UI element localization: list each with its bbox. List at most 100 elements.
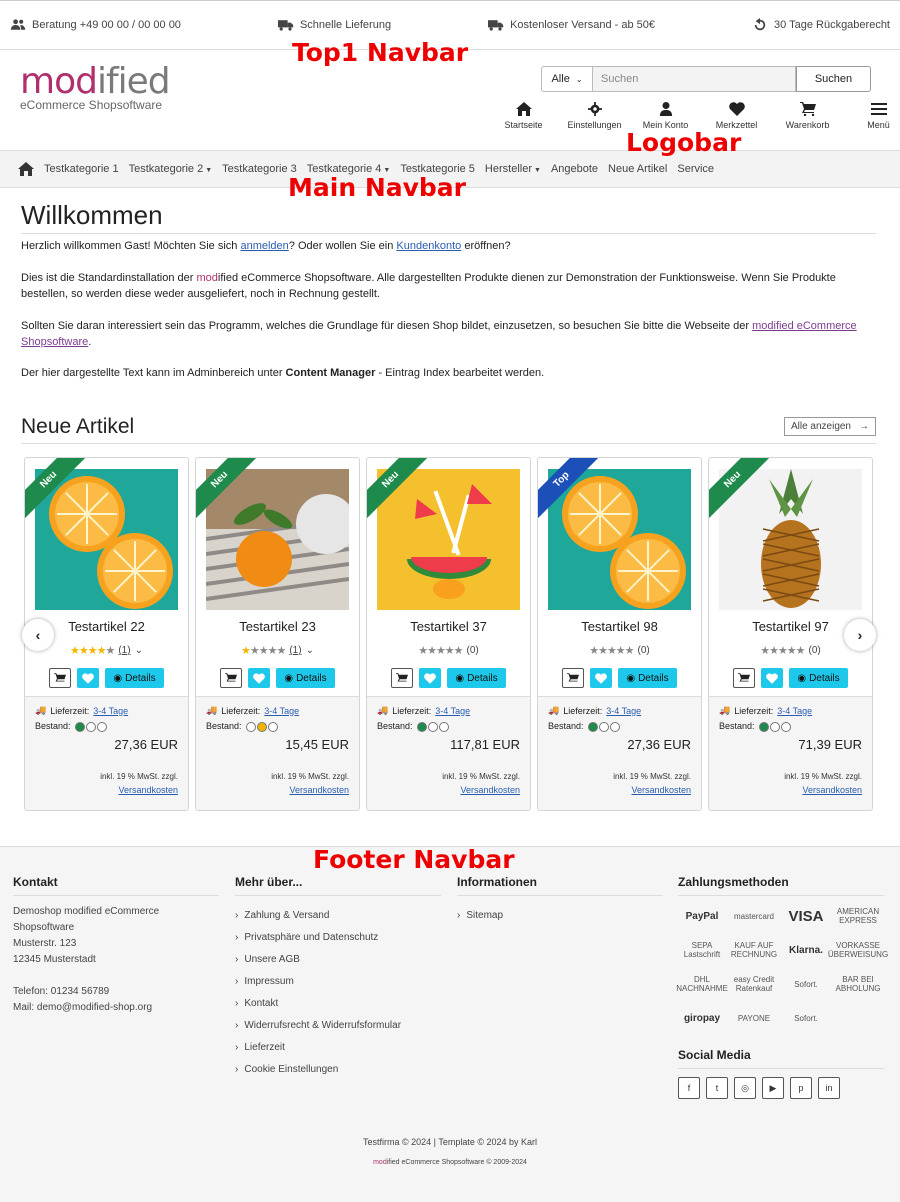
nav-item-neue-artikel[interactable]: Neue Artikel [608,163,667,175]
welcome-paragraph-1: Herzlich willkommen Gast! Möchten Sie si… [21,240,511,252]
topbar-item-label: 30 Tage Rückgaberecht [774,19,890,31]
home-icon[interactable] [18,162,34,176]
delivery-time-link[interactable]: 3-4 Tage [435,706,470,716]
undo-icon [754,18,766,31]
product-image[interactable] [719,469,862,610]
nav-item-testkategorie-1[interactable]: Testkategorie 1 [44,163,119,175]
nav-item-testkategorie-3[interactable]: Testkategorie 3 [222,163,297,175]
nav-item-hersteller[interactable]: Hersteller ▼ [485,163,541,175]
delivery-time-link[interactable]: 3-4 Tage [606,706,641,716]
add-to-cart-button[interactable] [220,668,243,688]
details-button[interactable]: ◉ Details [276,668,335,688]
add-to-cart-button[interactable] [562,668,585,688]
add-to-cart-button[interactable] [733,668,756,688]
wishlist-button[interactable] [590,668,613,688]
search-input[interactable]: Suchen [593,66,796,92]
product-image[interactable] [548,469,691,610]
nav-item-service[interactable]: Service [677,163,714,175]
iconnav-startseite[interactable]: Startseite [488,102,559,130]
slider-next-button[interactable]: › [844,619,876,651]
review-count[interactable]: (0) [638,645,650,656]
iconnav-einstellungen[interactable]: Einstellungen [559,102,630,130]
search-button[interactable]: Suchen [796,66,871,92]
wishlist-button[interactable] [419,668,442,688]
delivery-time-link[interactable]: 3-4 Tage [777,706,812,716]
footer-link[interactable]: › Privatsphäre und Datenschutz [235,932,441,943]
product-image[interactable] [35,469,178,610]
footer-link[interactable]: › Zahlung & Versand [235,910,441,921]
register-link[interactable]: Kundenkonto [396,240,461,252]
footer-link[interactable]: › Sitemap [457,910,663,921]
product-card[interactable]: Top Testartikel 98 ★★★★★ (0) ◉ Details 🚚 Liefer… [537,457,702,811]
eye-icon: ◉ [797,672,807,684]
details-button[interactable]: ◉ Details [789,668,848,688]
delivery-time-link[interactable]: 3-4 Tage [264,706,299,716]
footer-link[interactable]: › Cookie Einstellungen [235,1064,441,1075]
nav-item-angebote[interactable]: Angebote [551,163,598,175]
product-name[interactable]: Testartikel 98 [538,619,701,634]
facebook-icon[interactable]: f [678,1077,700,1099]
shipping-costs-link[interactable]: Versandkosten [631,785,691,795]
heart-icon [82,672,95,684]
chevron-down-icon[interactable]: ⌄ [306,645,314,656]
heart-icon [595,672,608,684]
eye-icon: ◉ [626,672,636,684]
search-category-select[interactable]: Alle ⌄ [541,66,593,92]
details-button[interactable]: ◉ Details [105,668,164,688]
show-all-button[interactable]: Alle anzeigen → [783,417,876,436]
logo[interactable]: modified eCommerce Shopsoftware [20,64,171,113]
shipping-costs-link[interactable]: Versandkosten [289,785,349,795]
truck-icon: 🚚 [548,705,560,715]
add-to-cart-button[interactable] [391,668,414,688]
delivery-time-link[interactable]: 3-4 Tage [93,706,128,716]
twitter-icon[interactable]: t [706,1077,728,1099]
shipping-costs-link[interactable]: Versandkosten [118,785,178,795]
product-image[interactable] [377,469,520,610]
nav-item-testkategorie-2[interactable]: Testkategorie 2 ▼ [129,163,213,175]
iconnav-menue[interactable]: Menü [843,102,900,130]
iconnav-label: Warenkorb [785,120,830,130]
footer-link[interactable]: › Kontakt [235,998,441,1009]
shipping-costs-link[interactable]: Versandkosten [802,785,862,795]
details-button[interactable]: ◉ Details [447,668,506,688]
linkedin-icon[interactable]: in [818,1077,840,1099]
add-to-cart-button[interactable] [49,668,72,688]
wishlist-button[interactable] [77,668,100,688]
iconnav-warenkorb[interactable]: Warenkorb [772,102,843,130]
review-count[interactable]: (0) [809,645,821,656]
shipping-costs-link[interactable]: Versandkosten [460,785,520,795]
youtube-icon[interactable]: ▶ [762,1077,784,1099]
contact-info: Demoshop modified eCommerce Shopsoftware M… [13,904,219,1016]
review-count[interactable]: (1) [118,645,130,656]
review-count[interactable]: (1) [289,645,301,656]
topbar-item-versand[interactable]: Kostenloser Versand - ab 50€ [488,18,655,32]
topbar-item-rueckgabe[interactable]: 30 Tage Rückgaberecht [752,18,890,32]
wishlist-button[interactable] [248,668,271,688]
truck-icon: 🚚 [719,705,731,715]
login-link[interactable]: anmelden [240,240,288,252]
product-card[interactable]: Neu Testartikel 37 ★★★★★ (0) ◉ Details 🚚 Liefer… [366,457,531,811]
payment-logo: BAR BEI ABHOLUNG [835,975,881,993]
footer-link[interactable]: › Lieferzeit [235,1042,441,1053]
footer-link[interactable]: › Widerrufsrecht & Widerrufsformular [235,1020,441,1031]
topbar-item-beratung[interactable]: Beratung +49 00 00 / 00 00 00 [10,18,181,32]
iconnav-merkzettel[interactable]: Merkzettel [701,102,772,130]
slider-prev-button[interactable]: ‹ [22,619,54,651]
instagram-icon[interactable]: ◎ [734,1077,756,1099]
product-card[interactable]: Neu Testartikel 23 ★★★★★ (1) ⌄ ◉ Details 🚚 Liefe… [195,457,360,811]
footer-link[interactable]: › Unsere AGB [235,954,441,965]
details-button[interactable]: ◉ Details [618,668,677,688]
product-price: 27,36 EUR [114,736,178,752]
pinterest-icon[interactable]: p [790,1077,812,1099]
wishlist-button[interactable] [761,668,784,688]
nav-item-label: Hersteller [484,163,532,175]
iconnav-mein-konto[interactable]: Mein Konto [630,102,701,130]
tax-note: inkl. 19 % MwSt. zzgl. [271,771,349,781]
product-name[interactable]: Testartikel 23 [196,619,359,634]
review-count[interactable]: (0) [467,645,479,656]
footer-link[interactable]: › Impressum [235,976,441,987]
product-name[interactable]: Testartikel 37 [367,619,530,634]
product-image[interactable] [206,469,349,610]
topbar-item-lieferung[interactable]: Schnelle Lieferung [277,18,391,32]
chevron-down-icon[interactable]: ⌄ [135,645,143,656]
